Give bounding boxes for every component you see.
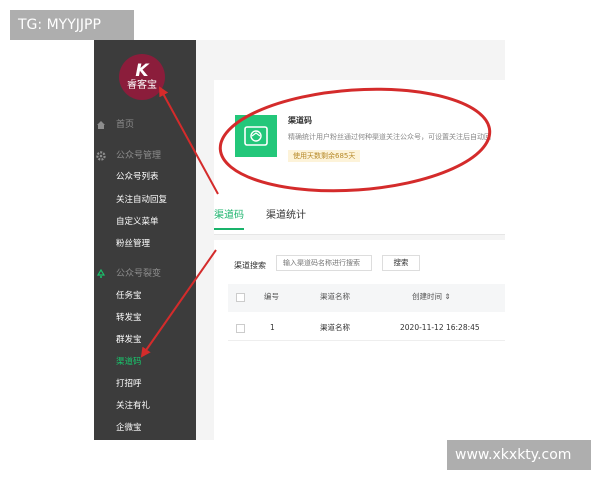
qr-code-icon — [244, 126, 268, 146]
tab-channel-code[interactable]: 渠道码 — [214, 204, 244, 230]
cell-created: 2020-11-12 16:28:45 — [400, 323, 480, 332]
home-icon — [97, 121, 105, 129]
search-label: 渠道搜索 — [234, 261, 266, 270]
column-header-id: 编号 — [264, 292, 279, 301]
tab-bar: 渠道码 渠道统计 — [214, 204, 505, 235]
row-checkbox[interactable] — [236, 324, 245, 333]
sidebar-item-label: 首页 — [116, 120, 135, 130]
gear-icon — [96, 151, 106, 161]
sidebar-group-label: 公众号管理 — [116, 151, 162, 161]
card-title: 渠道码 — [288, 116, 312, 125]
cell-name: 渠道名称 — [320, 323, 350, 332]
recycle-icon — [96, 269, 106, 278]
brand-logo[interactable]: K 睿客宝 — [119, 54, 165, 100]
sidebar: K 睿客宝 首页 公众号管理 公众号列表 关注自动回复 自定义菜单 粉丝管理 公… — [94, 40, 196, 440]
sidebar-group-label: 公众号裂变 — [116, 269, 162, 279]
card-description: 精确统计用户粉丝通过何种渠道关注公众号，可设置关注后自动回 — [288, 133, 491, 141]
column-header-name: 渠道名称 — [320, 292, 350, 301]
logo-text: 睿客宝 — [127, 79, 157, 91]
table-header: 编号 渠道名称 创建时间 ⇕ — [228, 284, 505, 312]
column-header-created[interactable]: 创建时间 ⇕ — [412, 284, 451, 310]
channel-list-panel: 渠道搜索 搜索 编号 渠道名称 创建时间 ⇕ 1 渠道名称 2020-11-12… — [214, 240, 505, 440]
logo-mark: K — [135, 60, 149, 81]
select-all-checkbox[interactable] — [236, 293, 245, 302]
tab-channel-stats[interactable]: 渠道统计 — [266, 204, 306, 228]
watermark-bottom-right: www.xkxkty.com — [447, 440, 591, 470]
remaining-days-badge: 使用天数剩余685天 — [288, 150, 361, 162]
main-content: 渠道码 精确统计用户粉丝通过何种渠道关注公众号，可设置关注后自动回 使用天数剩余… — [196, 40, 505, 440]
channel-code-icon — [235, 115, 277, 157]
search-input[interactable] — [276, 255, 372, 271]
table-row: 1 渠道名称 2020-11-12 16:28:45 — [228, 316, 505, 341]
watermark-top-left: TG: MYYJJPP — [10, 10, 134, 40]
search-button[interactable]: 搜索 — [382, 255, 420, 271]
cell-id: 1 — [270, 323, 275, 332]
